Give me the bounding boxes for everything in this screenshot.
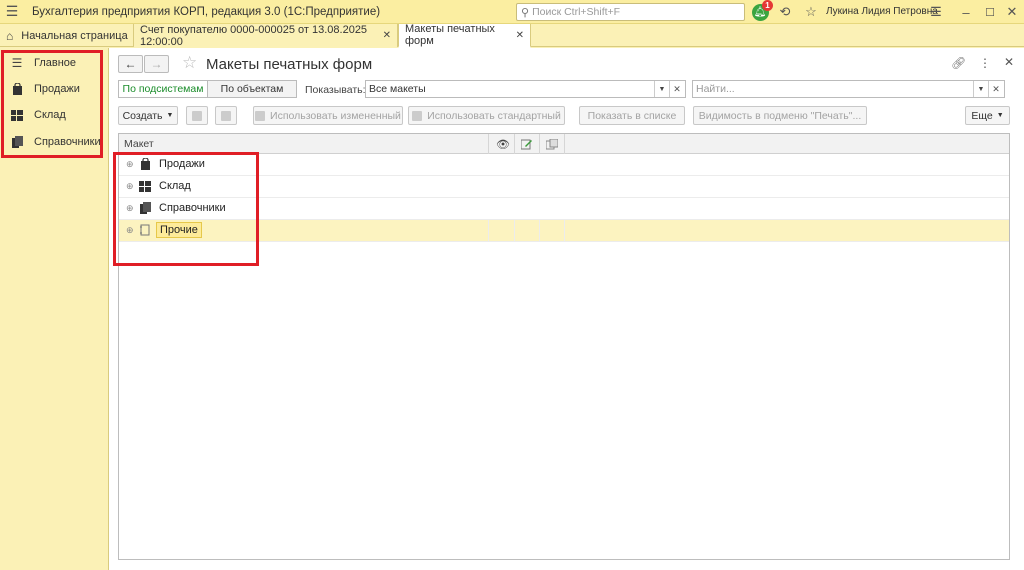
more-button[interactable]: Еще ▼ [965, 106, 1010, 125]
document-icon [192, 110, 202, 121]
dropdown-arrow-icon[interactable]: ▼ [973, 81, 988, 97]
dropdown-arrow-icon[interactable]: ▼ [654, 81, 669, 97]
column-header-template[interactable]: Макет [124, 134, 154, 154]
close-form-icon[interactable]: ✕ [1004, 55, 1014, 69]
search-icon: ⚲ [521, 6, 530, 19]
close-tab-icon[interactable]: ✕ [516, 30, 524, 41]
show-in-list-button[interactable]: Показать в списке [579, 106, 685, 125]
show-label: Показывать: [305, 84, 366, 96]
back-button[interactable]: ← [118, 55, 143, 73]
tab-invoice[interactable]: Счет покупателю 0000-000025 от 13.08.202… [133, 23, 398, 48]
visibility-eye-icon[interactable]: 👁︎ [496, 134, 510, 154]
notifications-bell-icon[interactable]: 🔔︎ 1 [751, 0, 773, 21]
tab-home[interactable]: ⌂ Начальная страница [0, 24, 132, 47]
use-modified-label: Использовать измененный [270, 109, 401, 122]
show-filter-select[interactable]: Все макеты ▼ ✕ [365, 80, 686, 98]
tab-print-forms[interactable]: Макеты печатных форм ✕ [398, 23, 531, 48]
use-modified-icon [255, 110, 266, 121]
chevron-down-icon: ▼ [996, 112, 1004, 119]
notifications-badge: 1 [762, 0, 773, 11]
settings-menu-icon[interactable]: ☰ [928, 3, 944, 21]
forward-button[interactable]: → [144, 55, 169, 73]
template-column-icon[interactable] [546, 134, 558, 154]
use-standard-icon [412, 110, 423, 121]
page-title: Макеты печатных форм [206, 56, 373, 73]
show-filter-value: Все макеты [369, 83, 426, 95]
print-template-button[interactable] [186, 106, 208, 125]
create-button-label: Создать [122, 109, 163, 122]
tab-invoice-label: Счет покупателю 0000-000025 от 13.08.202… [140, 23, 368, 48]
app-title: Бухгалтерия предприятия КОРП, редакция 3… [32, 5, 381, 18]
edited-column-icon[interactable] [521, 134, 533, 154]
print-forms-window: ← → ☆ Макеты печатных форм 🔗︎ ⋮ ✕ По под… [108, 48, 1024, 570]
clear-icon[interactable]: ✕ [669, 81, 684, 97]
more-button-label: Еще [971, 109, 993, 122]
view-by-subsystems-button[interactable]: По подсистемам [118, 80, 208, 98]
use-standard-label: Использовать стандартный [427, 109, 561, 122]
create-button[interactable]: Создать ▼ [118, 106, 178, 125]
maximize-icon[interactable]: ☐ [982, 3, 998, 21]
tab-print-forms-label: Макеты печатных форм [405, 23, 495, 47]
more-vertical-icon[interactable]: ⋮ [979, 56, 991, 70]
clear-icon[interactable]: ✕ [988, 81, 1003, 97]
minimize-icon[interactable]: – [958, 3, 974, 21]
highlight-frame-sidebar [1, 50, 103, 158]
global-search-input[interactable]: ⚲ Поиск Ctrl+Shift+F [516, 3, 745, 21]
edit-template-button[interactable] [215, 106, 237, 125]
use-standard-button[interactable]: Использовать стандартный [408, 106, 565, 125]
tabs-bar: ⌂ Начальная страница Счет покупателю 000… [0, 23, 1024, 48]
use-modified-button[interactable]: Использовать измененный [253, 106, 403, 125]
user-name[interactable]: Лукина Лидия Петровна [826, 6, 938, 17]
close-window-icon[interactable]: ✕ [1004, 3, 1020, 21]
find-input[interactable]: Найти... ▼ ✕ [692, 80, 1005, 98]
find-placeholder: Найти... [696, 83, 735, 95]
add-favorite-star-icon[interactable]: ☆ [182, 53, 197, 73]
home-icon: ⌂ [6, 28, 14, 43]
tab-home-label: Начальная страница [21, 29, 128, 42]
close-tab-icon[interactable]: ✕ [383, 30, 391, 41]
favorites-star-icon[interactable]: ☆ [803, 3, 819, 21]
history-icon[interactable]: ⟲ [777, 3, 793, 21]
table-header: Макет 👁︎ [119, 134, 1009, 154]
highlight-frame-rows [113, 152, 259, 266]
chevron-down-icon: ▼ [166, 112, 174, 119]
view-by-objects-button[interactable]: По объектам [207, 80, 297, 98]
link-icon[interactable]: 🔗︎ [951, 56, 966, 70]
search-placeholder: Поиск Ctrl+Shift+F [532, 6, 621, 18]
edit-icon [221, 110, 231, 121]
print-visibility-button[interactable]: Видимость в подменю "Печать"... [693, 106, 867, 125]
main-menu-icon[interactable]: ☰ [0, 3, 24, 20]
